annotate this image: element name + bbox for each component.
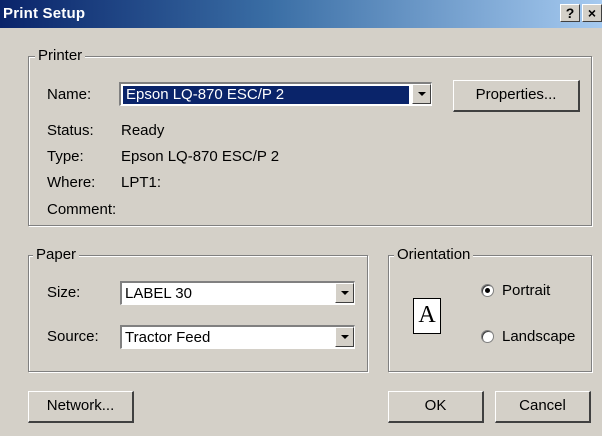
status-value: Ready [121,122,165,139]
portrait-page-icon: A [413,298,441,334]
cancel-button[interactable]: Cancel [495,391,591,423]
printer-name-select[interactable]: Epson LQ-870 ESC/P 2 [119,82,432,106]
comment-label: Comment: [47,201,117,218]
type-value: Epson LQ-870 ESC/P 2 [121,148,280,165]
ok-button[interactable]: OK [388,391,484,423]
chevron-down-icon[interactable] [335,283,354,303]
portrait-radio[interactable] [481,284,494,297]
window-title: Print Setup [3,5,86,22]
properties-button[interactable]: Properties... [453,80,580,112]
print-setup-dialog: Print Setup ? × Printer Name: Epson LQ-8… [0,0,602,436]
paper-source-select[interactable]: Tractor Feed [120,325,355,349]
close-button[interactable]: × [582,4,602,22]
chevron-down-icon[interactable] [335,327,354,347]
help-button[interactable]: ? [560,4,580,22]
paper-group: Paper [28,246,368,372]
title-bar[interactable]: Print Setup ? × [0,0,602,28]
paper-size-select[interactable]: LABEL 30 [120,281,355,305]
paper-size-value: LABEL 30 [125,285,192,302]
printer-legend: Printer [35,47,86,65]
size-label: Size: [47,284,81,301]
where-value: LPT1: [121,174,162,191]
landscape-label[interactable]: Landscape [502,328,575,346]
name-label: Name: [47,86,92,103]
network-button[interactable]: Network... [28,391,134,423]
where-label: Where: [47,174,96,191]
orientation-legend: Orientation [394,246,474,264]
landscape-radio[interactable] [481,330,494,343]
paper-legend: Paper [33,246,80,264]
printer-name-value: Epson LQ-870 ESC/P 2 [123,86,409,104]
portrait-label[interactable]: Portrait [502,282,550,300]
status-label: Status: [47,122,94,139]
paper-source-value: Tractor Feed [125,329,211,346]
source-label: Source: [47,328,99,345]
type-label: Type: [47,148,84,165]
chevron-down-icon[interactable] [412,84,431,104]
